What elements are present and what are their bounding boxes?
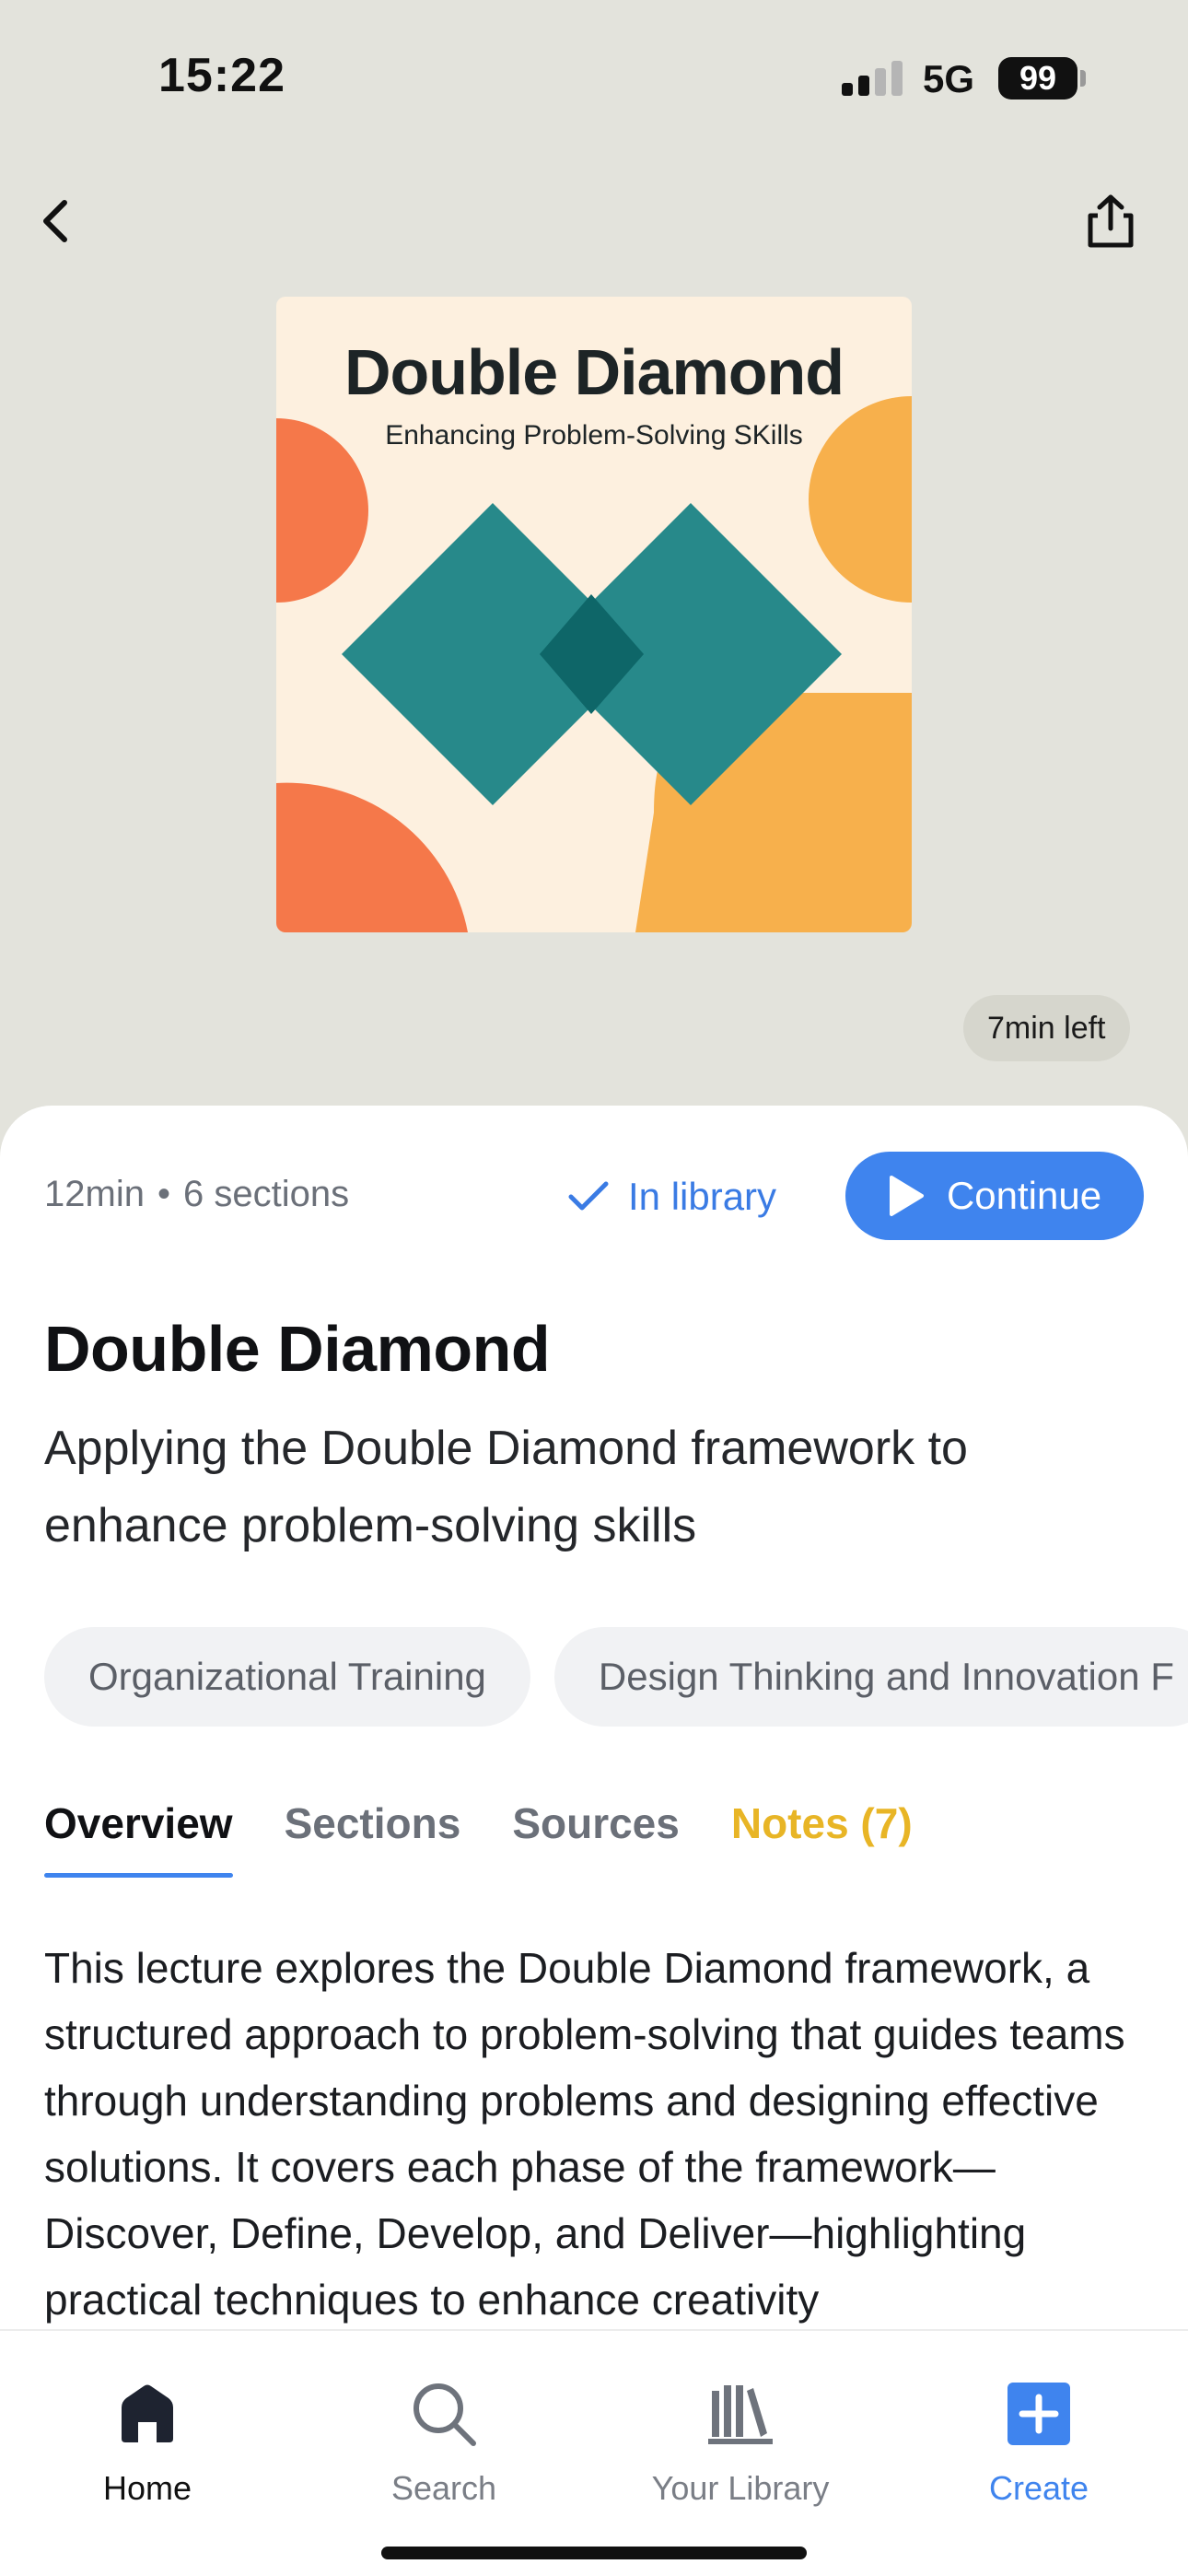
nav-home-label: Home bbox=[102, 2469, 192, 2507]
cover-subtitle: Enhancing Problem-Solving SKills bbox=[385, 420, 803, 451]
continue-label: Continue bbox=[946, 1174, 1102, 1217]
network-type: 5G bbox=[923, 57, 975, 100]
library-icon bbox=[708, 2385, 773, 2444]
share-icon bbox=[1088, 194, 1134, 248]
status-bar: 15:22 5G 99 bbox=[0, 0, 1188, 157]
bottom-tab-bar: Home Search Your Library Create bbox=[0, 2329, 1188, 2576]
tab-sections[interactable]: Sections bbox=[285, 1798, 461, 1878]
in-library-button[interactable]: In library bbox=[567, 1165, 776, 1229]
page-title: Double Diamond bbox=[44, 1313, 551, 1385]
sections-count: 6 sections bbox=[182, 1174, 350, 1214]
nav-library-label: Your Library bbox=[651, 2469, 830, 2507]
play-icon bbox=[889, 1176, 924, 1216]
battery-tip bbox=[1080, 70, 1086, 87]
home-icon bbox=[122, 2384, 173, 2442]
tag-chips: Organizational Training Design Thinking … bbox=[44, 1627, 1188, 1727]
in-library-label: In library bbox=[628, 1175, 777, 1218]
battery-icon: 99 bbox=[998, 57, 1077, 100]
nav-home[interactable]: Home bbox=[18, 2375, 276, 2508]
episode-meta: 12min • 6 sections bbox=[44, 1174, 349, 1215]
status-time: 15:22 bbox=[158, 49, 285, 102]
chevron-left-icon bbox=[43, 200, 67, 242]
nav-library[interactable]: Your Library bbox=[611, 2375, 869, 2508]
overview-text: This lecture explores the Double Diamond… bbox=[44, 1944, 1125, 2324]
nav-create-label: Create bbox=[988, 2469, 1089, 2507]
meta-separator: • bbox=[157, 1174, 170, 1214]
time-left-badge: 7min left bbox=[963, 995, 1130, 1061]
tab-sources[interactable]: Sources bbox=[512, 1798, 680, 1878]
continue-button[interactable]: Continue bbox=[845, 1152, 1144, 1240]
nav-create[interactable]: Create bbox=[910, 2375, 1168, 2508]
search-icon bbox=[413, 2383, 476, 2446]
duration: 12min bbox=[44, 1174, 145, 1214]
plus-square-icon bbox=[1007, 2383, 1070, 2445]
tab-notes[interactable]: Notes (7) bbox=[731, 1798, 913, 1878]
tag-chip[interactable]: Organizational Training bbox=[44, 1627, 530, 1727]
nav-search[interactable]: Search bbox=[315, 2375, 573, 2508]
cover-art: Double Diamond Enhancing Problem-Solving… bbox=[276, 297, 912, 932]
checkmark-icon bbox=[568, 1181, 609, 1211]
share-button[interactable] bbox=[1074, 184, 1147, 258]
home-indicator bbox=[381, 2547, 807, 2559]
signal-icon bbox=[842, 61, 903, 96]
content-tabs: Overview Sections Sources Notes (7) bbox=[44, 1798, 913, 1878]
tab-overview[interactable]: Overview bbox=[44, 1798, 233, 1878]
nav-search-label: Search bbox=[390, 2469, 497, 2507]
page-subtitle: Applying the Double Diamond framework to… bbox=[44, 1422, 968, 1552]
back-button[interactable] bbox=[20, 184, 94, 258]
tag-chip[interactable]: Design Thinking and Innovation F bbox=[553, 1627, 1188, 1727]
cover-title: Double Diamond bbox=[344, 336, 844, 408]
